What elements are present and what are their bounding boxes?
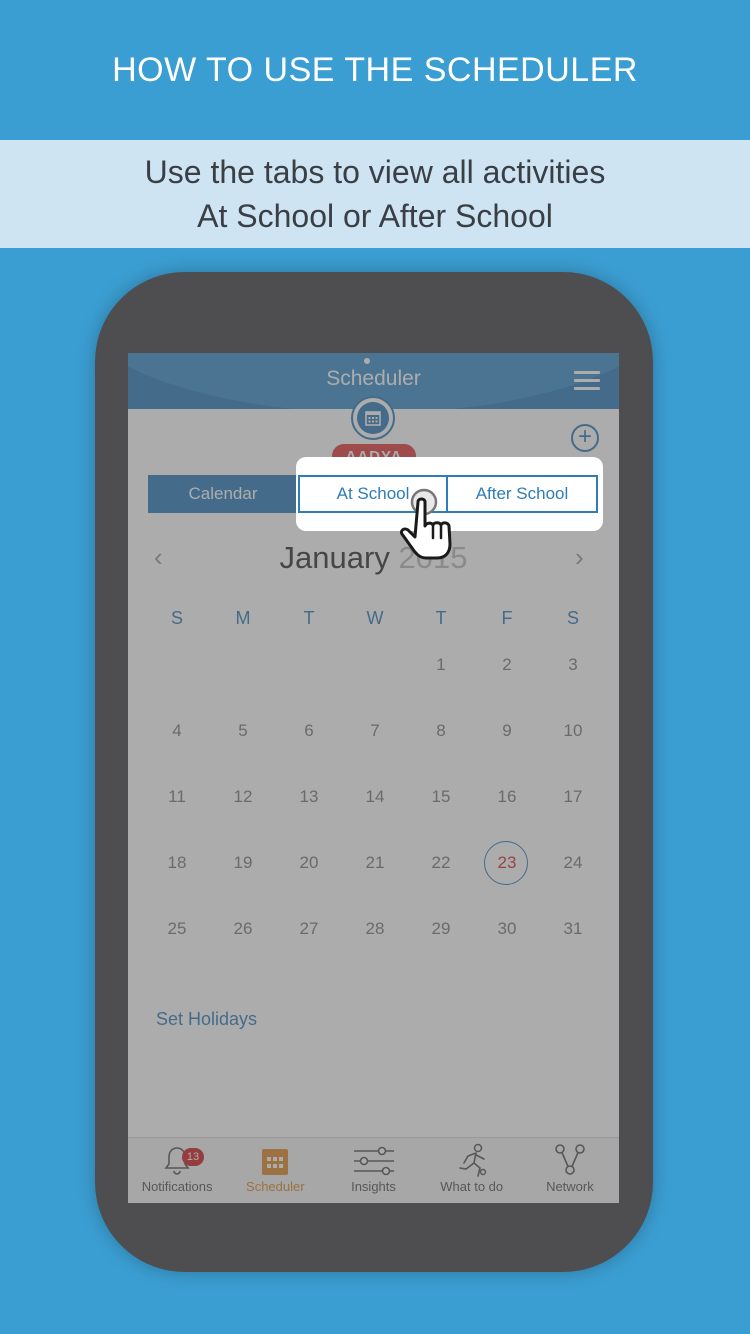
weekday-label: T	[303, 608, 315, 628]
nav-label: Notifications	[141, 1179, 213, 1194]
calendar-day[interactable]: 6	[276, 709, 342, 753]
nav-label: Scheduler	[246, 1179, 305, 1194]
calendar-day[interactable]: 16	[474, 775, 540, 819]
calendar-day	[276, 643, 342, 687]
instruction-line-2: At School or After School	[197, 198, 553, 234]
add-button[interactable]: +	[571, 424, 599, 452]
calendar-day[interactable]: 5	[210, 709, 276, 753]
calendar-day[interactable]: 29	[408, 907, 474, 951]
calendar-day[interactable]: 17	[540, 775, 606, 819]
calendar-day[interactable]: 11	[144, 775, 210, 819]
calendar-day-today[interactable]: 23	[474, 841, 540, 885]
calendar-day	[210, 643, 276, 687]
calendar-day[interactable]: 14	[342, 775, 408, 819]
calendar-day	[144, 643, 210, 687]
calendar-day[interactable]: 20	[276, 841, 342, 885]
tab-calendar[interactable]: Calendar	[148, 475, 298, 513]
weekday-label: S	[566, 608, 579, 628]
calendar-day[interactable]: 18	[144, 841, 210, 885]
calendar-day[interactable]: 2	[474, 643, 540, 687]
calendar-day[interactable]: 25	[144, 907, 210, 951]
month-label: January 2015	[128, 540, 619, 576]
sliders-icon	[353, 1146, 394, 1176]
set-holidays-link[interactable]: Set Holidays	[156, 1009, 257, 1030]
nav-insights[interactable]: Insights	[324, 1138, 422, 1203]
month-name: January	[279, 540, 390, 575]
tab-after-school-highlight[interactable]: After School	[448, 475, 598, 513]
calendar-day[interactable]: 15	[408, 775, 474, 819]
calendar-week: 4 5 6 7 8 9 10	[144, 698, 606, 764]
pointing-hand-icon	[400, 488, 452, 560]
instruction-band: Use the tabs to view all activities At S…	[0, 140, 750, 248]
weekday-label: M	[235, 608, 251, 628]
instruction-line-1: Use the tabs to view all activities	[144, 154, 606, 190]
headline: HOW TO USE THE SCHEDULER	[112, 50, 638, 89]
calendar-icon	[262, 1149, 289, 1175]
calendar-day[interactable]: 4	[144, 709, 210, 753]
menu-icon[interactable]	[574, 371, 600, 391]
calendar-icon	[357, 402, 389, 434]
calendar-day[interactable]: 19	[210, 841, 276, 885]
calendar-day[interactable]: 31	[540, 907, 606, 951]
calendar-day[interactable]: 7	[342, 709, 408, 753]
calendar-day[interactable]: 21	[342, 841, 408, 885]
calendar-week: 11 12 13 14 15 16 17	[144, 764, 606, 830]
calendar-day[interactable]: 30	[474, 907, 540, 951]
calendar-day[interactable]: 28	[342, 907, 408, 951]
calendar-day[interactable]: 13	[276, 775, 342, 819]
calendar-day[interactable]: 10	[540, 709, 606, 753]
calendar-week: 18 19 20 21 22 23 24	[144, 830, 606, 896]
nav-label: Network	[546, 1179, 594, 1194]
weekday-label: S	[170, 608, 183, 628]
month-navigator: ‹ January 2015 ›	[128, 538, 619, 578]
weekday-label: F	[501, 608, 513, 628]
nav-label: What to do	[440, 1179, 504, 1194]
calendar-day[interactable]: 12	[210, 775, 276, 819]
page-dots	[364, 358, 370, 364]
calendar-grid: S M T W T F S 1 2 3 4 5 6 7 8 9 10 11 12…	[144, 608, 606, 962]
app-title: Scheduler	[326, 367, 421, 390]
calendar-day[interactable]: 9	[474, 709, 540, 753]
calendar-day[interactable]: 22	[408, 841, 474, 885]
weekday-label: T	[435, 608, 447, 628]
calendar-week: 25 26 27 28 29 30 31	[144, 896, 606, 962]
nav-notifications[interactable]: 13 Notifications	[128, 1138, 226, 1203]
bottom-nav: 13 Notifications Scheduler Insights What…	[128, 1137, 619, 1203]
nav-scheduler[interactable]: Scheduler	[226, 1138, 324, 1203]
activity-person-icon	[458, 1143, 486, 1177]
scheduler-badge	[351, 396, 395, 440]
calendar-day[interactable]: 3	[540, 643, 606, 687]
chevron-right-icon[interactable]: ›	[575, 542, 584, 573]
nav-network[interactable]: Network	[521, 1138, 619, 1203]
weekday-header: S M T W T F S	[144, 608, 606, 632]
network-icon	[555, 1144, 585, 1175]
calendar-day[interactable]: 27	[276, 907, 342, 951]
nav-label: Insights	[351, 1179, 396, 1194]
notification-count-badge: 13	[182, 1148, 204, 1166]
calendar-day	[342, 643, 408, 687]
calendar-day[interactable]: 26	[210, 907, 276, 951]
calendar-week: 1 2 3	[144, 632, 606, 698]
nav-what-to-do[interactable]: What to do	[423, 1138, 521, 1203]
calendar-day[interactable]: 8	[408, 709, 474, 753]
calendar-day[interactable]: 24	[540, 841, 606, 885]
calendar-day[interactable]: 1	[408, 643, 474, 687]
weekday-label: W	[366, 608, 384, 628]
